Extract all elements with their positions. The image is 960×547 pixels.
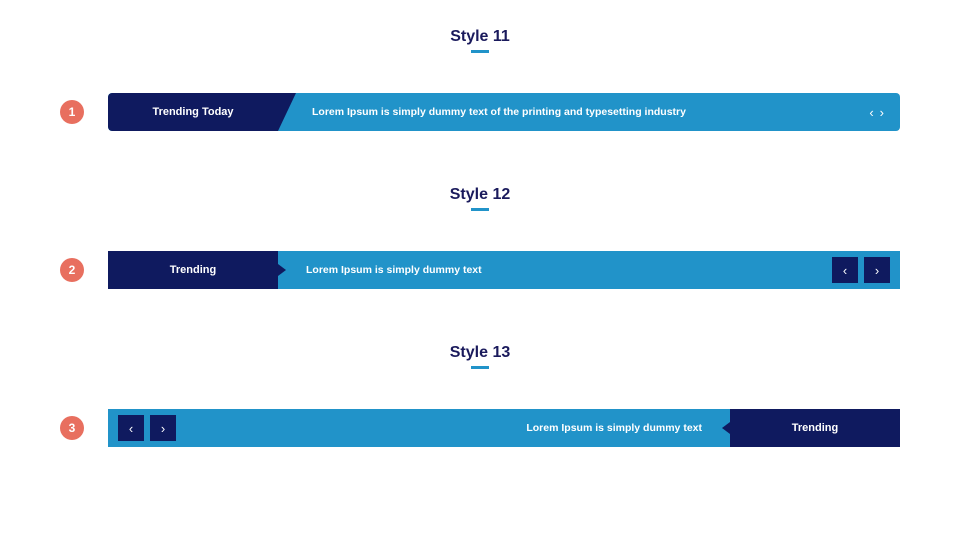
ticker-label: Trending Today <box>108 93 278 131</box>
annotation-badge-2: 2 <box>60 258 84 282</box>
ticker-nav: ‹ › <box>869 106 884 119</box>
news-ticker-11: Trending Today Lorem Ipsum is simply dum… <box>108 93 900 131</box>
news-ticker-12: Trending Lorem Ipsum is simply dummy tex… <box>108 251 900 289</box>
title-underline <box>471 366 489 369</box>
chevron-right-icon[interactable]: › <box>864 257 890 283</box>
section-title-13: Style 13 <box>60 344 900 362</box>
ticker-nav: ‹ › <box>118 415 176 441</box>
ticker-label: Trending <box>108 251 278 289</box>
annotation-badge-1: 1 <box>60 100 84 124</box>
ticker-content: Lorem Ipsum is simply dummy text of the … <box>278 106 869 118</box>
chevron-right-icon[interactable]: › <box>150 415 176 441</box>
annotation-badge-3: 3 <box>60 416 84 440</box>
ticker-row-13: 3 ‹ › Lorem Ipsum is simply dummy text T… <box>60 409 900 447</box>
chevron-right-icon[interactable]: › <box>880 106 884 119</box>
chevron-left-icon[interactable]: ‹ <box>869 106 873 119</box>
ticker-nav: ‹ › <box>832 257 890 283</box>
chevron-left-icon[interactable]: ‹ <box>118 415 144 441</box>
title-underline <box>471 208 489 211</box>
ticker-content: Lorem Ipsum is simply dummy text <box>176 422 730 434</box>
ticker-row-12: 2 Trending Lorem Ipsum is simply dummy t… <box>60 251 900 289</box>
ticker-content: Lorem Ipsum is simply dummy text <box>278 264 832 276</box>
section-title-12: Style 12 <box>60 186 900 204</box>
news-ticker-13: ‹ › Lorem Ipsum is simply dummy text Tre… <box>108 409 900 447</box>
chevron-left-icon[interactable]: ‹ <box>832 257 858 283</box>
section-title-11: Style 11 <box>60 28 900 46</box>
ticker-row-11: 1 Trending Today Lorem Ipsum is simply d… <box>60 93 900 131</box>
ticker-label: Trending <box>730 409 900 447</box>
page-container: Style 11 1 Trending Today Lorem Ipsum is… <box>0 0 960 447</box>
title-underline <box>471 50 489 53</box>
